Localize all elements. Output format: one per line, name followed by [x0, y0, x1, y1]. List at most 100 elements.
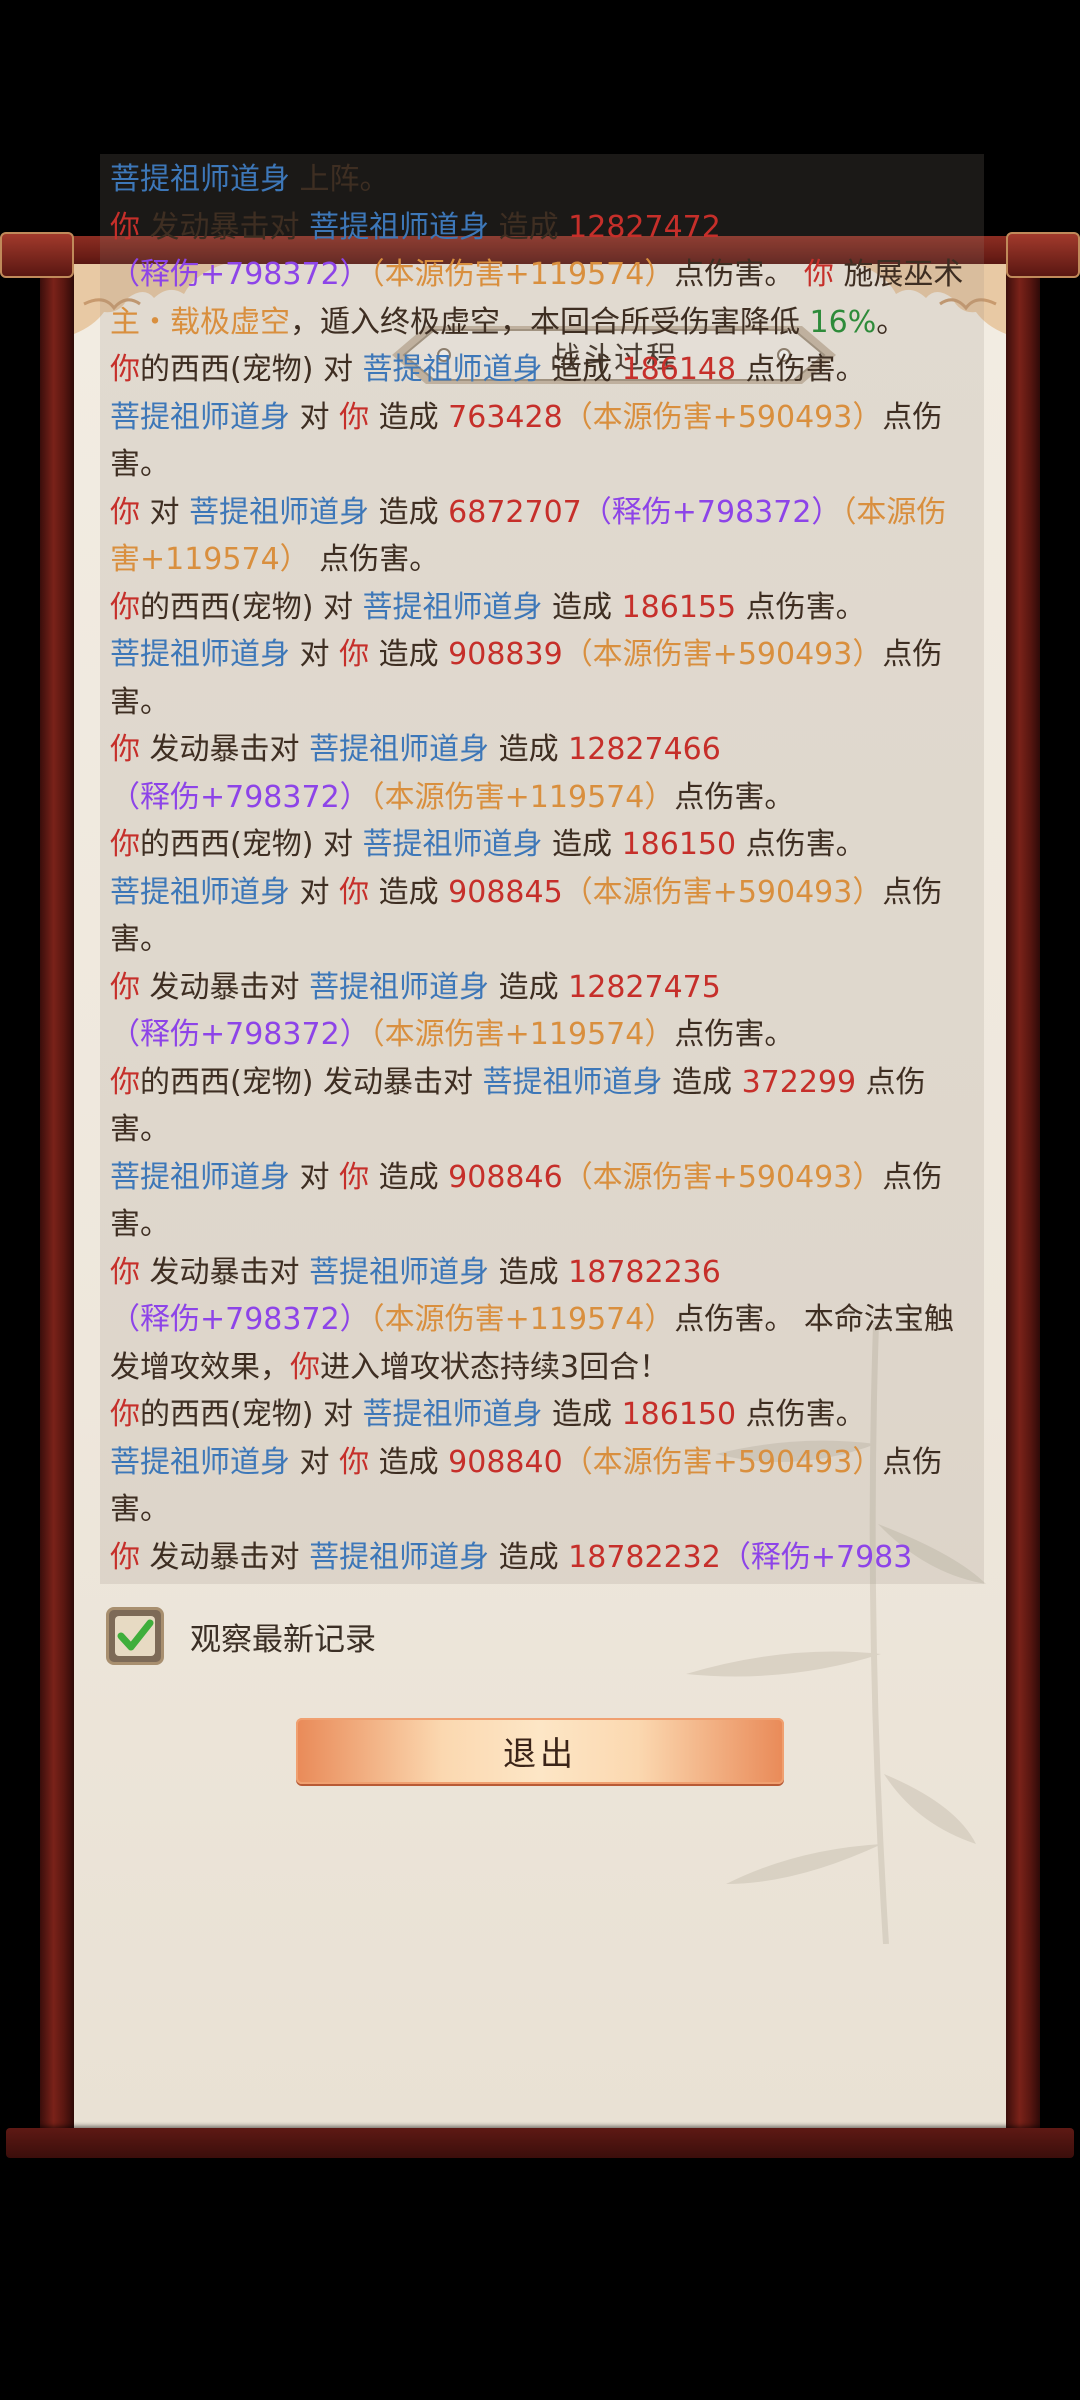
log-entry: 你 发动暴击对 菩提祖师道身 造成 12827475 （释伤+798372）（本源…: [110, 964, 974, 1059]
log-entry-segment: ，遁入终极虚空，本回合所受伤害降低: [290, 304, 810, 340]
scroll-bottom-rod: [6, 2128, 1074, 2158]
log-entry-segment: （本源伤害+119574）: [369, 1302, 675, 1337]
log-entry-segment: 你: [110, 209, 140, 245]
log-entry-segment: 造成: [369, 1159, 449, 1195]
log-entry-segment: 菩提祖师道身: [309, 1254, 490, 1290]
exit-button[interactable]: 退出: [296, 1718, 784, 1784]
log-entry-segment: 造成: [369, 399, 449, 435]
log-entry-segment: 的西西(宠物) 对: [140, 827, 363, 862]
log-entry-segment: 你: [110, 732, 140, 767]
log-entry-segment: 菩提祖师道身: [309, 209, 490, 245]
log-entry-segment: 的西西(宠物) 对: [140, 589, 363, 625]
log-entry-segment: 372299: [741, 1064, 857, 1100]
log-entry-segment: 造成: [662, 1064, 742, 1100]
log-entry-segment: 造成: [542, 352, 622, 387]
log-entry-segment: 你: [110, 969, 140, 1005]
log-entry-segment: 你: [110, 1397, 140, 1432]
log-entry: 你 发动暴击对 菩提祖师道身 造成 12827472 （释伤+798372）（本源…: [110, 204, 974, 347]
log-entry-segment: 发动暴击对: [140, 1539, 310, 1575]
log-entry-segment: 对: [140, 494, 190, 530]
scroll-left-post: [40, 258, 74, 2138]
log-entry-segment: 对: [290, 1444, 340, 1480]
log-entry-segment: 点伤害。: [674, 1017, 795, 1052]
log-entry: 你 对 菩提祖师道身 造成 6872707（释伤+798372）（本源伤害+11…: [110, 489, 974, 584]
log-entry-segment: 你: [803, 257, 834, 292]
log-entry-segment: 点伤害。: [309, 542, 440, 577]
log-entry-segment: （本源伤害+590493）: [562, 874, 883, 910]
log-entry-segment: 进入增攻状态持续3回合！: [320, 1349, 670, 1385]
log-entry-segment: 12827475: [568, 969, 721, 1005]
log-entry-segment: 你: [110, 1064, 140, 1100]
log-entry-segment: 点伤害。: [736, 589, 866, 625]
log-entry-segment: 你: [339, 1159, 370, 1195]
log-entry-segment: 上阵。: [290, 162, 390, 197]
log-entry-segment: 你: [339, 399, 370, 435]
log-entry-segment: 对: [290, 1159, 340, 1195]
scroll-right-post: [1006, 258, 1040, 2138]
log-entry-segment: 造成: [369, 494, 449, 530]
log-entry: 菩提祖师道身 上阵。: [110, 156, 974, 204]
log-entry-segment: 造成: [542, 1397, 622, 1432]
log-entry-segment: 菩提祖师道身: [309, 732, 490, 767]
log-entry-segment: 点伤害。: [736, 352, 866, 387]
log-entry-segment: 菩提祖师道身: [110, 399, 290, 435]
observe-latest-toggle[interactable]: 观察最新记录: [106, 1604, 376, 1668]
log-entry: 菩提祖师道身 对 你 造成 763428（本源伤害+590493）点伤害。: [110, 394, 974, 489]
log-entry-segment: 的西西(宠物) 对: [140, 352, 363, 387]
log-entry-segment: 菩提祖师道身: [110, 1444, 290, 1480]
log-entry-segment: 对: [290, 399, 340, 435]
log-entry-segment: （本源伤害+590493）: [562, 1444, 883, 1480]
log-entry-segment: 对: [290, 874, 340, 910]
log-entry-segment: 186150: [621, 827, 737, 862]
log-entry-segment: 造成: [542, 589, 622, 625]
log-entry-segment: （本源伤害+590493）: [562, 637, 883, 672]
log-entry-segment: 908846: [448, 1159, 563, 1195]
log-entry-segment: 6872707: [448, 494, 582, 530]
log-entry-segment: 点伤害。: [736, 1397, 866, 1432]
log-entry: 你 发动暴击对 菩提祖师道身 造成 18782236 （释伤+798372）（本源…: [110, 1249, 974, 1392]
checkmark-icon: [115, 1616, 155, 1656]
log-entry-segment: （本源伤害+590493）: [562, 399, 883, 435]
log-entry-segment: 菩提祖师道身: [482, 1064, 663, 1100]
log-entry-segment: 造成: [369, 874, 449, 910]
log-entry-segment: （释伤+798372）: [110, 257, 370, 292]
log-entry-segment: 12827466: [568, 732, 721, 767]
log-entry-segment: 造成: [489, 1254, 569, 1290]
log-entry-segment: 18782232: [568, 1539, 721, 1575]
log-entry-segment: （释伤+798372）: [110, 1302, 370, 1337]
log-entry-segment: 18782236: [568, 1254, 721, 1290]
log-entry-segment: 菩提祖师道身: [110, 637, 290, 672]
log-entry-segment: （本源伤害+119574）: [369, 779, 675, 815]
log-entry: 菩提祖师道身 对 你 造成 908840（本源伤害+590493）点伤害。: [110, 1439, 974, 1534]
log-entry-segment: 点伤害。: [736, 827, 866, 862]
log-entry-segment: 点伤害。: [674, 257, 804, 292]
log-entry-segment: 发动暴击对: [140, 732, 310, 767]
log-entry-segment: （本源伤害+119574）: [369, 257, 675, 292]
log-entry: 菩提祖师道身 对 你 造成 908845（本源伤害+590493）点伤害。: [110, 869, 974, 964]
log-entry-segment: （释伤+798372）: [581, 494, 842, 530]
log-entry-segment: 你: [339, 637, 370, 672]
log-entry-segment: （本源伤害+119574）: [369, 1017, 675, 1052]
log-entry-segment: 造成: [369, 1444, 449, 1480]
observe-latest-checkbox[interactable]: [106, 1607, 164, 1665]
log-entry-segment: 的西西(宠物) 发动暴击对: [140, 1064, 483, 1100]
log-entry-segment: 造成: [542, 827, 622, 862]
log-entry-segment: 186155: [621, 589, 737, 625]
log-entry-segment: 你: [110, 1539, 140, 1575]
log-entry-segment: 908839: [448, 637, 563, 672]
log-entry-segment: 菩提祖师道身: [362, 1397, 543, 1432]
log-entry: 菩提祖师道身 对 你 造成 908839（本源伤害+590493）点伤害。: [110, 631, 974, 726]
log-entry-segment: 16%: [809, 304, 877, 340]
log-entry-segment: 908840: [448, 1444, 563, 1480]
log-entry-segment: 你: [110, 494, 140, 530]
log-entry-segment: 菩提祖师道身: [362, 352, 543, 387]
log-entry-segment: 造成: [489, 1539, 569, 1575]
log-entry-segment: 主・载极虚空: [110, 304, 290, 340]
log-entry-segment: 12827472: [568, 209, 721, 245]
log-entry-segment: 菩提祖师道身: [189, 494, 370, 530]
log-entry-segment: 发动暴击对: [140, 209, 310, 245]
log-entry-segment: 菩提祖师道身: [110, 874, 290, 910]
battle-log-list[interactable]: 菩提祖师道身 上阵。你 发动暴击对 菩提祖师道身 造成 12827472 （释伤+…: [100, 154, 984, 1584]
log-entry: 你 发动暴击对 菩提祖师道身 造成 12827466 （释伤+798372）（本源…: [110, 726, 974, 821]
log-entry-segment: 发动暴击对: [140, 969, 310, 1005]
